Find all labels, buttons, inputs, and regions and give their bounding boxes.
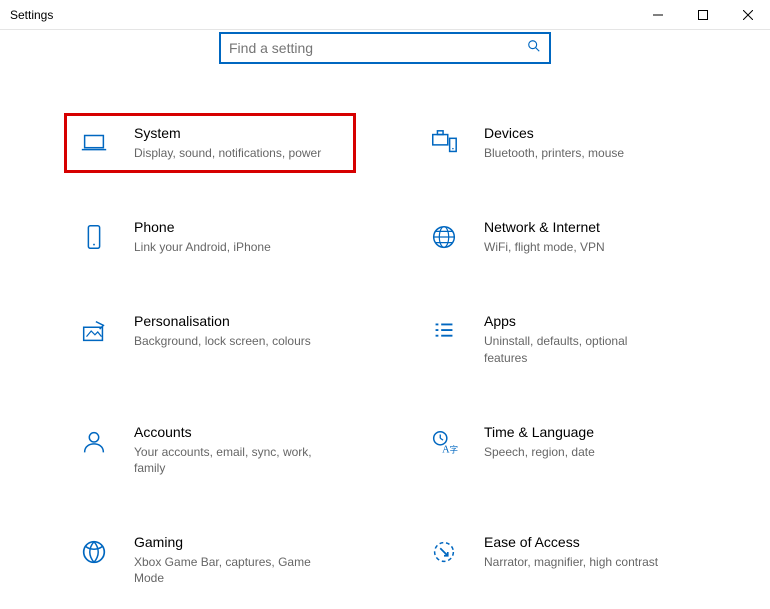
close-icon	[743, 10, 753, 20]
minimize-button[interactable]	[635, 0, 680, 30]
tile-desc: Bluetooth, printers, mouse	[484, 145, 624, 161]
paint-icon	[76, 313, 112, 349]
maximize-button[interactable]	[680, 0, 725, 30]
tile-title: Network & Internet	[484, 219, 605, 235]
tile-desc: Background, lock screen, colours	[134, 333, 311, 349]
tile-accounts[interactable]: Accounts Your accounts, email, sync, wor…	[70, 418, 350, 482]
time-language-icon: A字	[426, 424, 462, 460]
laptop-icon	[76, 125, 112, 161]
tile-desc: Your accounts, email, sync, work, family	[134, 444, 324, 476]
content: System Display, sound, notifications, po…	[0, 32, 770, 593]
tile-title: System	[134, 125, 321, 141]
titlebar: Settings	[0, 0, 770, 30]
phone-icon	[76, 219, 112, 255]
tile-title: Accounts	[134, 424, 324, 440]
search-box[interactable]	[219, 32, 551, 64]
tile-desc: Xbox Game Bar, captures, Game Mode	[134, 554, 324, 586]
tile-desc: Link your Android, iPhone	[134, 239, 271, 255]
tile-title: Devices	[484, 125, 624, 141]
tile-gaming[interactable]: Gaming Xbox Game Bar, captures, Game Mod…	[70, 528, 350, 592]
tile-title: Time & Language	[484, 424, 595, 440]
tile-title: Phone	[134, 219, 271, 235]
search-wrap	[0, 32, 770, 64]
tile-time[interactable]: A字 Time & Language Speech, region, date	[420, 418, 700, 482]
tile-title: Ease of Access	[484, 534, 658, 550]
globe-icon	[426, 219, 462, 255]
person-icon	[76, 424, 112, 460]
tile-desc: Narrator, magnifier, high contrast	[484, 554, 658, 570]
devices-icon	[426, 125, 462, 161]
settings-grid: System Display, sound, notifications, po…	[0, 119, 770, 593]
tile-personalisation[interactable]: Personalisation Background, lock screen,…	[70, 307, 350, 371]
tile-desc: WiFi, flight mode, VPN	[484, 239, 605, 255]
minimize-icon	[653, 10, 663, 20]
tile-system[interactable]: System Display, sound, notifications, po…	[70, 119, 350, 167]
tile-devices[interactable]: Devices Bluetooth, printers, mouse	[420, 119, 700, 167]
tile-ease[interactable]: Ease of Access Narrator, magnifier, high…	[420, 528, 700, 592]
tile-network[interactable]: Network & Internet WiFi, flight mode, VP…	[420, 213, 700, 261]
apps-icon	[426, 313, 462, 349]
tile-title: Gaming	[134, 534, 324, 550]
tile-title: Personalisation	[134, 313, 311, 329]
window-controls	[635, 0, 770, 30]
tile-apps[interactable]: Apps Uninstall, defaults, optional featu…	[420, 307, 700, 371]
tile-phone[interactable]: Phone Link your Android, iPhone	[70, 213, 350, 261]
ease-access-icon	[426, 534, 462, 570]
tile-title: Apps	[484, 313, 674, 329]
tile-desc: Speech, region, date	[484, 444, 595, 460]
window-title: Settings	[10, 8, 53, 22]
tile-desc: Display, sound, notifications, power	[134, 145, 321, 161]
gaming-icon	[76, 534, 112, 570]
tile-desc: Uninstall, defaults, optional features	[484, 333, 674, 365]
svg-text:字: 字	[450, 444, 458, 454]
close-button[interactable]	[725, 0, 770, 30]
search-input[interactable]	[229, 40, 527, 56]
maximize-icon	[698, 10, 708, 20]
search-icon	[527, 39, 541, 58]
